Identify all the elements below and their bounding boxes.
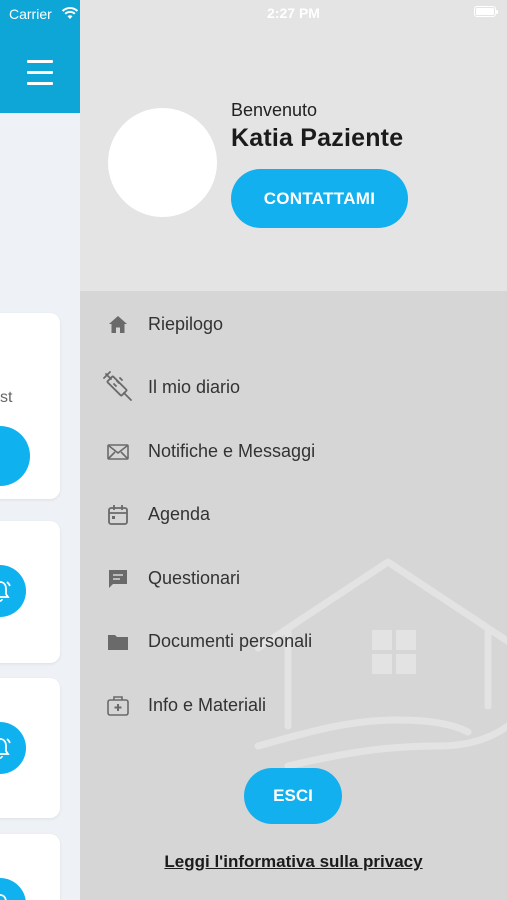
- side-drawer: 2:27 PM Benvenuto Katia Paziente CONTATT…: [80, 0, 507, 900]
- card-text: st: [0, 389, 13, 406]
- contact-button[interactable]: CONTATTAMI: [231, 169, 408, 228]
- menu-label: Agenda: [148, 504, 211, 524]
- wifi-icon: [61, 7, 79, 19]
- privacy-link[interactable]: Leggi l'informativa sulla privacy: [80, 852, 507, 872]
- alarm-card[interactable]: [0, 834, 60, 900]
- user-name: Katia Paziente: [231, 124, 404, 152]
- alarm-bell-icon[interactable]: [0, 565, 26, 617]
- menu-label: Notifiche e Messaggi: [148, 441, 316, 461]
- syringe-icon: [103, 371, 132, 401]
- menu-label: Info e Materiali: [148, 695, 267, 715]
- menu-item-notifiche[interactable]: Notifiche e Messaggi: [80, 428, 507, 476]
- battery-icon: [474, 6, 498, 17]
- summary-card[interactable]: st: [0, 313, 60, 499]
- menu-label: Il mio diario: [148, 377, 241, 397]
- calendar-icon: [108, 505, 128, 525]
- medkit-icon: [107, 696, 129, 716]
- drawer-header: 2:27 PM Benvenuto Katia Paziente CONTATT…: [80, 0, 507, 291]
- home-icon: [109, 316, 127, 333]
- menu-item-documenti[interactable]: Documenti personali: [80, 618, 507, 666]
- avatar: [108, 108, 217, 217]
- alarm-card[interactable]: [0, 678, 60, 818]
- menu-label: Riepilogo: [148, 314, 224, 334]
- menu-item-info[interactable]: Info e Materiali: [80, 682, 507, 730]
- menu-label: Questionari: [148, 568, 241, 588]
- menu-item-questionari[interactable]: Questionari: [80, 555, 507, 603]
- folder-icon: [108, 635, 128, 650]
- envelope-icon: [107, 444, 129, 460]
- hamburger-menu-icon[interactable]: [27, 60, 53, 86]
- menu-label: Documenti personali: [148, 631, 313, 651]
- menu-item-diario[interactable]: Il mio diario: [80, 364, 507, 412]
- chat-icon: [109, 570, 127, 588]
- alarm-bell-icon[interactable]: [0, 722, 26, 774]
- logout-button[interactable]: ESCI: [244, 768, 342, 824]
- alarm-bell-icon[interactable]: [0, 878, 26, 900]
- card-action-button[interactable]: [0, 426, 30, 486]
- app-header: Carrier: [0, 0, 80, 113]
- alarm-card[interactable]: [0, 521, 60, 663]
- status-time: 2:27 PM: [267, 5, 320, 21]
- menu-item-agenda[interactable]: Agenda: [80, 491, 507, 539]
- welcome-text: Benvenuto: [231, 100, 318, 120]
- menu-item-riepilogo[interactable]: Riepilogo: [80, 301, 507, 349]
- background-app: Carrier st: [0, 0, 80, 900]
- carrier-label: Carrier: [9, 6, 52, 22]
